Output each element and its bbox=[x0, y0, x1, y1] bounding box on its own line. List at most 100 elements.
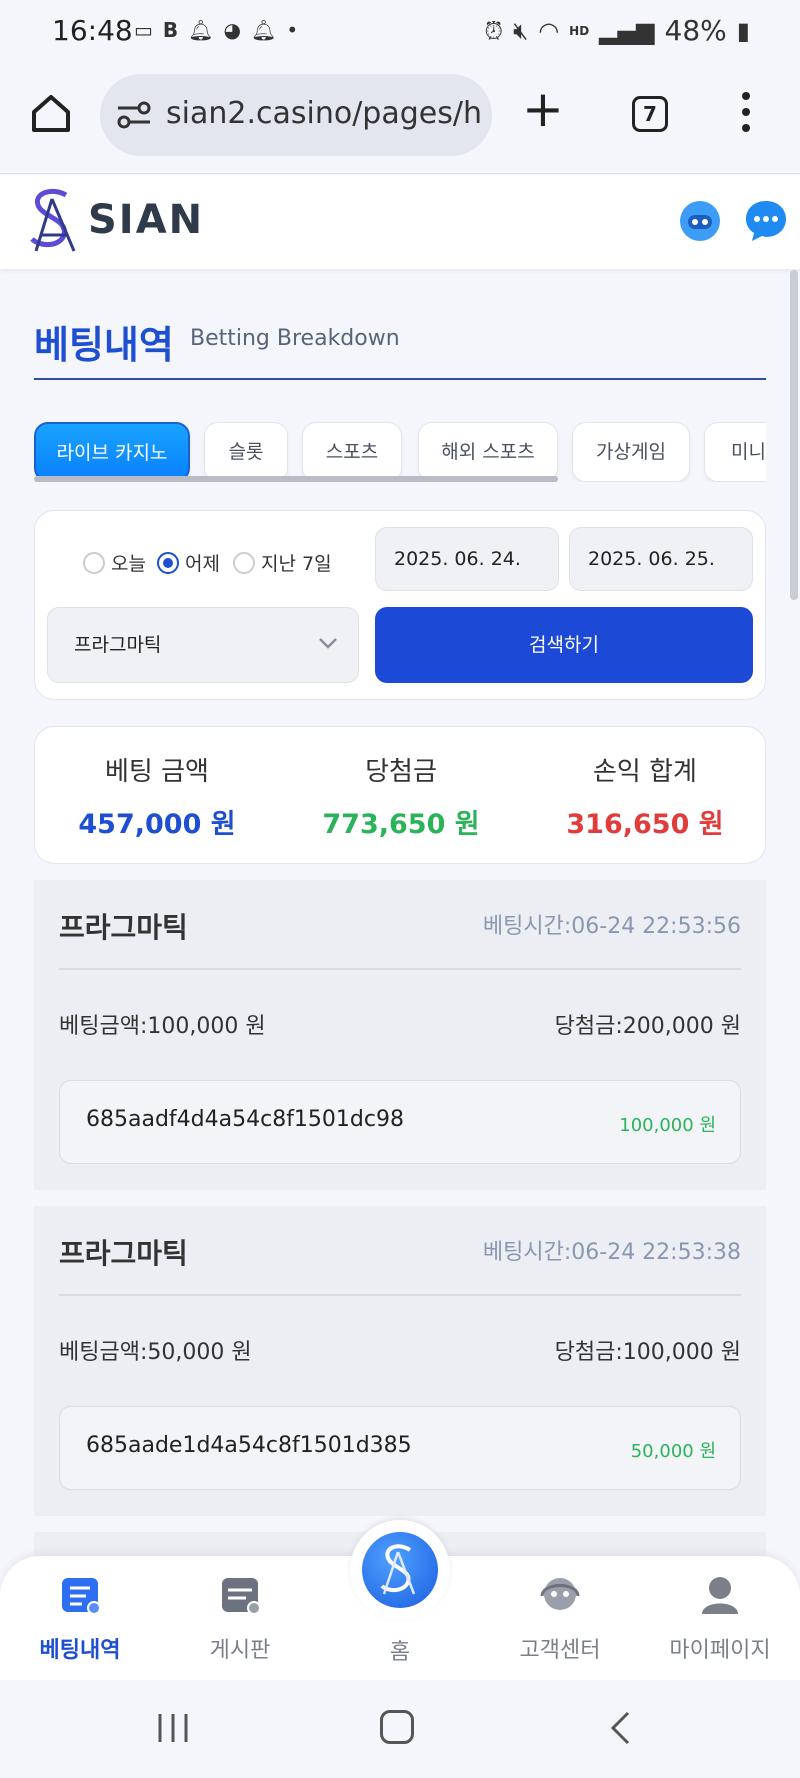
more-dot-icon: • bbox=[286, 18, 299, 42]
chevron-down-icon bbox=[319, 638, 337, 649]
new-tab-icon[interactable]: + bbox=[522, 84, 564, 134]
summary-bet-value: 457,000 원 bbox=[78, 809, 236, 840]
radio-last-7-days-label[interactable]: 지난 7일 bbox=[261, 549, 332, 576]
category-tabs: 라이브 카지노 슬롯 스포츠 해외 스포츠 가상게임 미니게 bbox=[34, 422, 766, 482]
board-icon bbox=[222, 1578, 261, 1615]
bell-icon: 🔔︎ bbox=[188, 18, 214, 42]
tab-mini-game[interactable]: 미니게 bbox=[704, 422, 766, 482]
summary-bet-label: 베팅 금액 bbox=[105, 757, 209, 787]
battery-percent: 48% bbox=[664, 14, 727, 47]
site-logo-text[interactable]: SIAN bbox=[88, 197, 204, 243]
bet-record[interactable]: 프라그마틱 베팅시간:06-24 22:53:38 베팅금액:50,000 원 … bbox=[34, 1206, 766, 1516]
summary-win-value: 773,650 원 bbox=[322, 809, 480, 840]
user-icon bbox=[702, 1577, 738, 1614]
radio-last-7-days-dot[interactable] bbox=[233, 551, 255, 574]
chat-bubble-icon[interactable] bbox=[742, 197, 790, 245]
tab-scroll-indicator bbox=[34, 476, 558, 482]
tab-switcher-button[interactable]: 7 bbox=[632, 96, 668, 132]
tab-virtual-game[interactable]: 가상게임 bbox=[572, 422, 690, 482]
chatbot-icon[interactable] bbox=[676, 197, 724, 245]
battery-icon: ▮ bbox=[736, 16, 750, 45]
nav-my-page[interactable]: 마이페이지 bbox=[650, 1572, 790, 1664]
nav-my-page-label: 마이페이지 bbox=[669, 1638, 771, 1663]
summary-win-label: 당첨금 bbox=[365, 757, 437, 787]
record-bet-id: 685aade1d4a54c8f1501d385 bbox=[86, 1433, 412, 1458]
nav-betting-history-label: 베팅내역 bbox=[39, 1638, 121, 1663]
back-icon[interactable] bbox=[608, 1710, 632, 1746]
sian-home-logo-icon[interactable] bbox=[362, 1532, 438, 1608]
signal-icon: ▂▄▆ bbox=[599, 16, 655, 45]
support-agent-icon bbox=[540, 1578, 580, 1610]
filter-card: 오늘 어제 지난 7일 2025. 06. 24. 2025. 06. 25. … bbox=[34, 510, 766, 700]
radio-yesterday-label[interactable]: 어제 bbox=[185, 549, 220, 576]
record-game-name: 프라그마틱 bbox=[59, 911, 188, 944]
nav-home[interactable]: 홈 bbox=[330, 1622, 470, 1666]
home-fab-button[interactable] bbox=[350, 1520, 450, 1620]
mute-icon: 🔇︎ bbox=[513, 16, 529, 45]
status-bar: 16:48 ▭ B 🔔︎ ◕ 🔔︎ • ⏰︎ 🔇︎ ◠ HD ▂▄▆ 48% ▮ bbox=[0, 0, 800, 64]
nav-board[interactable]: 게시판 bbox=[170, 1572, 310, 1664]
hd-voice-icon: HD bbox=[569, 23, 590, 38]
summary-profit-loss-label: 손익 합계 bbox=[593, 757, 697, 787]
recent-apps-icon[interactable] bbox=[156, 1712, 190, 1744]
status-time: 16:48 bbox=[52, 14, 133, 47]
nav-betting-history[interactable]: 베팅내역 bbox=[10, 1572, 150, 1664]
site-settings-icon[interactable] bbox=[116, 99, 152, 131]
tab-sports[interactable]: 스포츠 bbox=[302, 422, 402, 482]
date-to-field[interactable]: 2025. 06. 25. bbox=[569, 527, 753, 591]
nav-support-label: 고객센터 bbox=[519, 1638, 601, 1663]
wifi-icon: ◠ bbox=[538, 16, 560, 45]
record-win-amount: 당첨금:200,000 원 bbox=[554, 1014, 741, 1039]
radio-today-label[interactable]: 오늘 bbox=[111, 549, 146, 576]
record-bet-amount: 베팅금액:50,000 원 bbox=[59, 1340, 252, 1365]
page-subtitle: Betting Breakdown bbox=[190, 326, 400, 351]
alarm-icon: ⏰︎ bbox=[484, 16, 504, 45]
address-bar[interactable]: sian2.casino/pages/h bbox=[100, 74, 492, 156]
more-menu-icon[interactable] bbox=[740, 92, 752, 136]
radio-yesterday-dot[interactable] bbox=[157, 551, 179, 574]
tab-slot[interactable]: 슬롯 bbox=[204, 422, 288, 482]
sian-logo-icon[interactable] bbox=[22, 185, 86, 255]
site-header: SIAN bbox=[0, 175, 800, 269]
radio-today[interactable]: 오늘 bbox=[83, 549, 146, 576]
summary-card: 베팅 금액 457,000 원 당첨금 773,650 원 손익 합계 316,… bbox=[34, 726, 766, 864]
nav-support[interactable]: 고객센터 bbox=[490, 1572, 630, 1664]
search-button[interactable]: 검색하기 bbox=[375, 607, 753, 683]
date-from-field[interactable]: 2025. 06. 24. bbox=[375, 527, 559, 591]
home-icon[interactable] bbox=[28, 90, 74, 136]
bet-record[interactable]: 프라그마틱 베팅시간:06-24 22:53:56 베팅금액:100,000 원… bbox=[34, 880, 766, 1190]
url-text[interactable]: sian2.casino/pages/h bbox=[166, 96, 482, 131]
record-bet-amount: 베팅금액:100,000 원 bbox=[59, 1014, 266, 1039]
notification-icons: ▭ B 🔔︎ ◕ 🔔︎ • bbox=[134, 18, 298, 42]
wallet-icon: ▭ bbox=[134, 18, 153, 42]
provider-select[interactable]: 프라그마틱 bbox=[47, 607, 359, 683]
provider-select-value: 프라그마틱 bbox=[74, 634, 162, 656]
bell-icon: 🔔︎ bbox=[251, 18, 277, 42]
b-app-icon: B bbox=[162, 18, 179, 42]
radio-today-dot[interactable] bbox=[83, 551, 105, 574]
app-icon: ◕ bbox=[223, 18, 241, 42]
tab-live-casino[interactable]: 라이브 카지노 bbox=[34, 422, 190, 482]
calendar-list-icon bbox=[62, 1578, 101, 1615]
record-divider bbox=[59, 968, 741, 970]
tab-overseas-sports[interactable]: 해외 스포츠 bbox=[418, 422, 558, 482]
summary-profit-loss: 손익 합계 316,650 원 bbox=[523, 751, 767, 841]
android-home-icon[interactable] bbox=[380, 1710, 414, 1744]
page-title-row: 베팅내역 Betting Breakdown bbox=[34, 310, 766, 380]
summary-profit-loss-value: 316,650 원 bbox=[566, 809, 724, 840]
record-bet-id: 685aadf4d4a54c8f1501dc98 bbox=[86, 1107, 404, 1132]
radio-yesterday[interactable]: 어제 bbox=[157, 549, 220, 576]
nav-board-label: 게시판 bbox=[209, 1638, 271, 1663]
record-detail-box: 685aade1d4a54c8f1501d385 50,000 원 bbox=[59, 1406, 741, 1490]
summary-win: 당첨금 773,650 원 bbox=[279, 751, 523, 841]
radio-last-7-days[interactable]: 지난 7일 bbox=[233, 549, 332, 576]
record-amount: 100,000 원 bbox=[619, 1115, 716, 1136]
nav-home-label: 홈 bbox=[389, 1640, 411, 1665]
record-divider bbox=[59, 1294, 741, 1296]
record-win-amount: 당첨금:100,000 원 bbox=[554, 1340, 741, 1365]
record-detail-box: 685aadf4d4a54c8f1501dc98 100,000 원 bbox=[59, 1080, 741, 1164]
record-bet-time: 베팅시간:06-24 22:53:38 bbox=[482, 1240, 741, 1265]
page-title: 베팅내역 bbox=[34, 323, 174, 367]
page-scrollbar[interactable] bbox=[790, 270, 798, 600]
record-amount: 50,000 원 bbox=[630, 1441, 716, 1462]
